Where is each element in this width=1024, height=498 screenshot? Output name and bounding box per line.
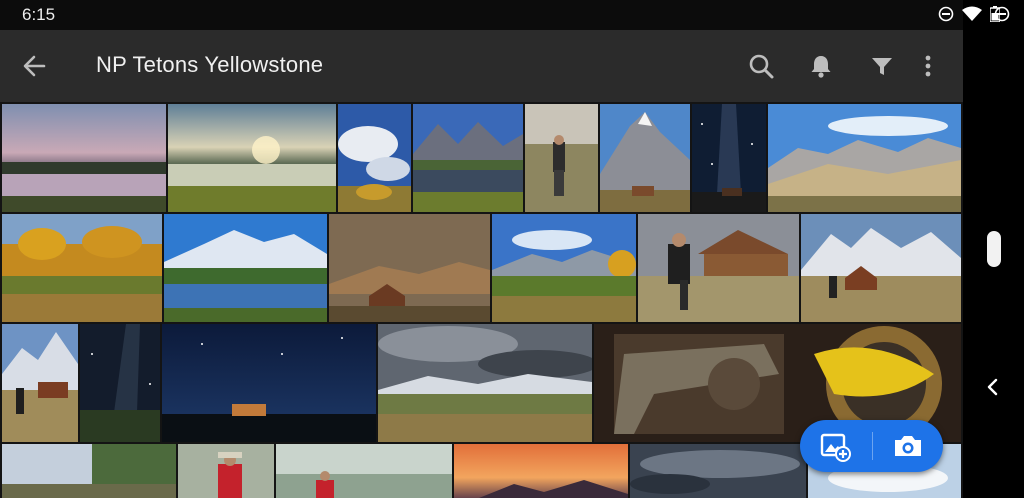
photo-thumbnail[interactable] — [630, 444, 806, 498]
photo-thumbnail[interactable] — [2, 104, 166, 212]
more-vert-icon — [925, 55, 931, 77]
photo-thumbnail[interactable] — [276, 444, 452, 498]
camera-icon — [895, 436, 921, 456]
filter-icon — [872, 58, 892, 75]
camera-button[interactable] — [873, 420, 943, 472]
photo-thumbnail[interactable] — [178, 444, 274, 498]
photo-thumbnail[interactable] — [2, 214, 162, 322]
status-bar: 6:15 — [0, 0, 963, 30]
photo-thumbnail[interactable] — [2, 444, 176, 498]
add-photo-button[interactable] — [800, 420, 870, 472]
wifi-icon — [962, 6, 982, 21]
filter-button[interactable] — [866, 50, 898, 82]
photo-thumbnail[interactable] — [600, 104, 690, 212]
app-bar: NP Tetons Yellowstone — [0, 30, 963, 102]
photo-thumbnail[interactable] — [768, 104, 961, 212]
photo-thumbnail[interactable] — [80, 324, 160, 442]
photo-thumbnail[interactable] — [801, 214, 961, 322]
photo-thumbnail[interactable] — [338, 104, 411, 212]
chevron-left-icon — [987, 378, 998, 396]
photo-thumbnail[interactable] — [413, 104, 523, 212]
notifications-button[interactable] — [805, 50, 837, 82]
status-icons-right — [938, 6, 1000, 22]
search-icon — [749, 54, 774, 79]
do-not-disturb-icon — [938, 6, 954, 22]
photo-thumbnail[interactable] — [2, 324, 78, 442]
photo-thumbnail[interactable] — [454, 444, 628, 498]
system-nav-bar — [963, 0, 1024, 498]
bell-icon — [811, 56, 831, 78]
search-button[interactable] — [745, 50, 777, 82]
nav-back-button[interactable] — [983, 376, 1003, 398]
arrow-back-icon — [23, 55, 46, 77]
photo-thumbnail[interactable] — [492, 214, 636, 322]
photo-thumbnail[interactable] — [378, 324, 592, 442]
photo-thumbnail[interactable] — [692, 104, 766, 212]
photo-thumbnail[interactable] — [638, 214, 799, 322]
page-title: NP Tetons Yellowstone — [96, 52, 324, 77]
photo-thumbnail[interactable] — [525, 104, 598, 212]
photo-thumbnail[interactable] — [329, 214, 490, 322]
status-time: 6:15 — [22, 5, 56, 24]
battery-icon — [990, 6, 1000, 22]
back-button[interactable] — [18, 52, 50, 80]
app-window: 6:15 NP Tetons Yellowstone — [0, 0, 963, 498]
home-handle[interactable] — [987, 231, 1001, 267]
add-photos-fab — [800, 420, 943, 472]
photo-thumbnail[interactable] — [164, 214, 327, 322]
photo-thumbnail[interactable] — [162, 324, 376, 442]
add-photo-icon — [820, 433, 851, 462]
photo-thumbnail[interactable] — [168, 104, 336, 212]
more-options-button[interactable] — [912, 50, 944, 82]
